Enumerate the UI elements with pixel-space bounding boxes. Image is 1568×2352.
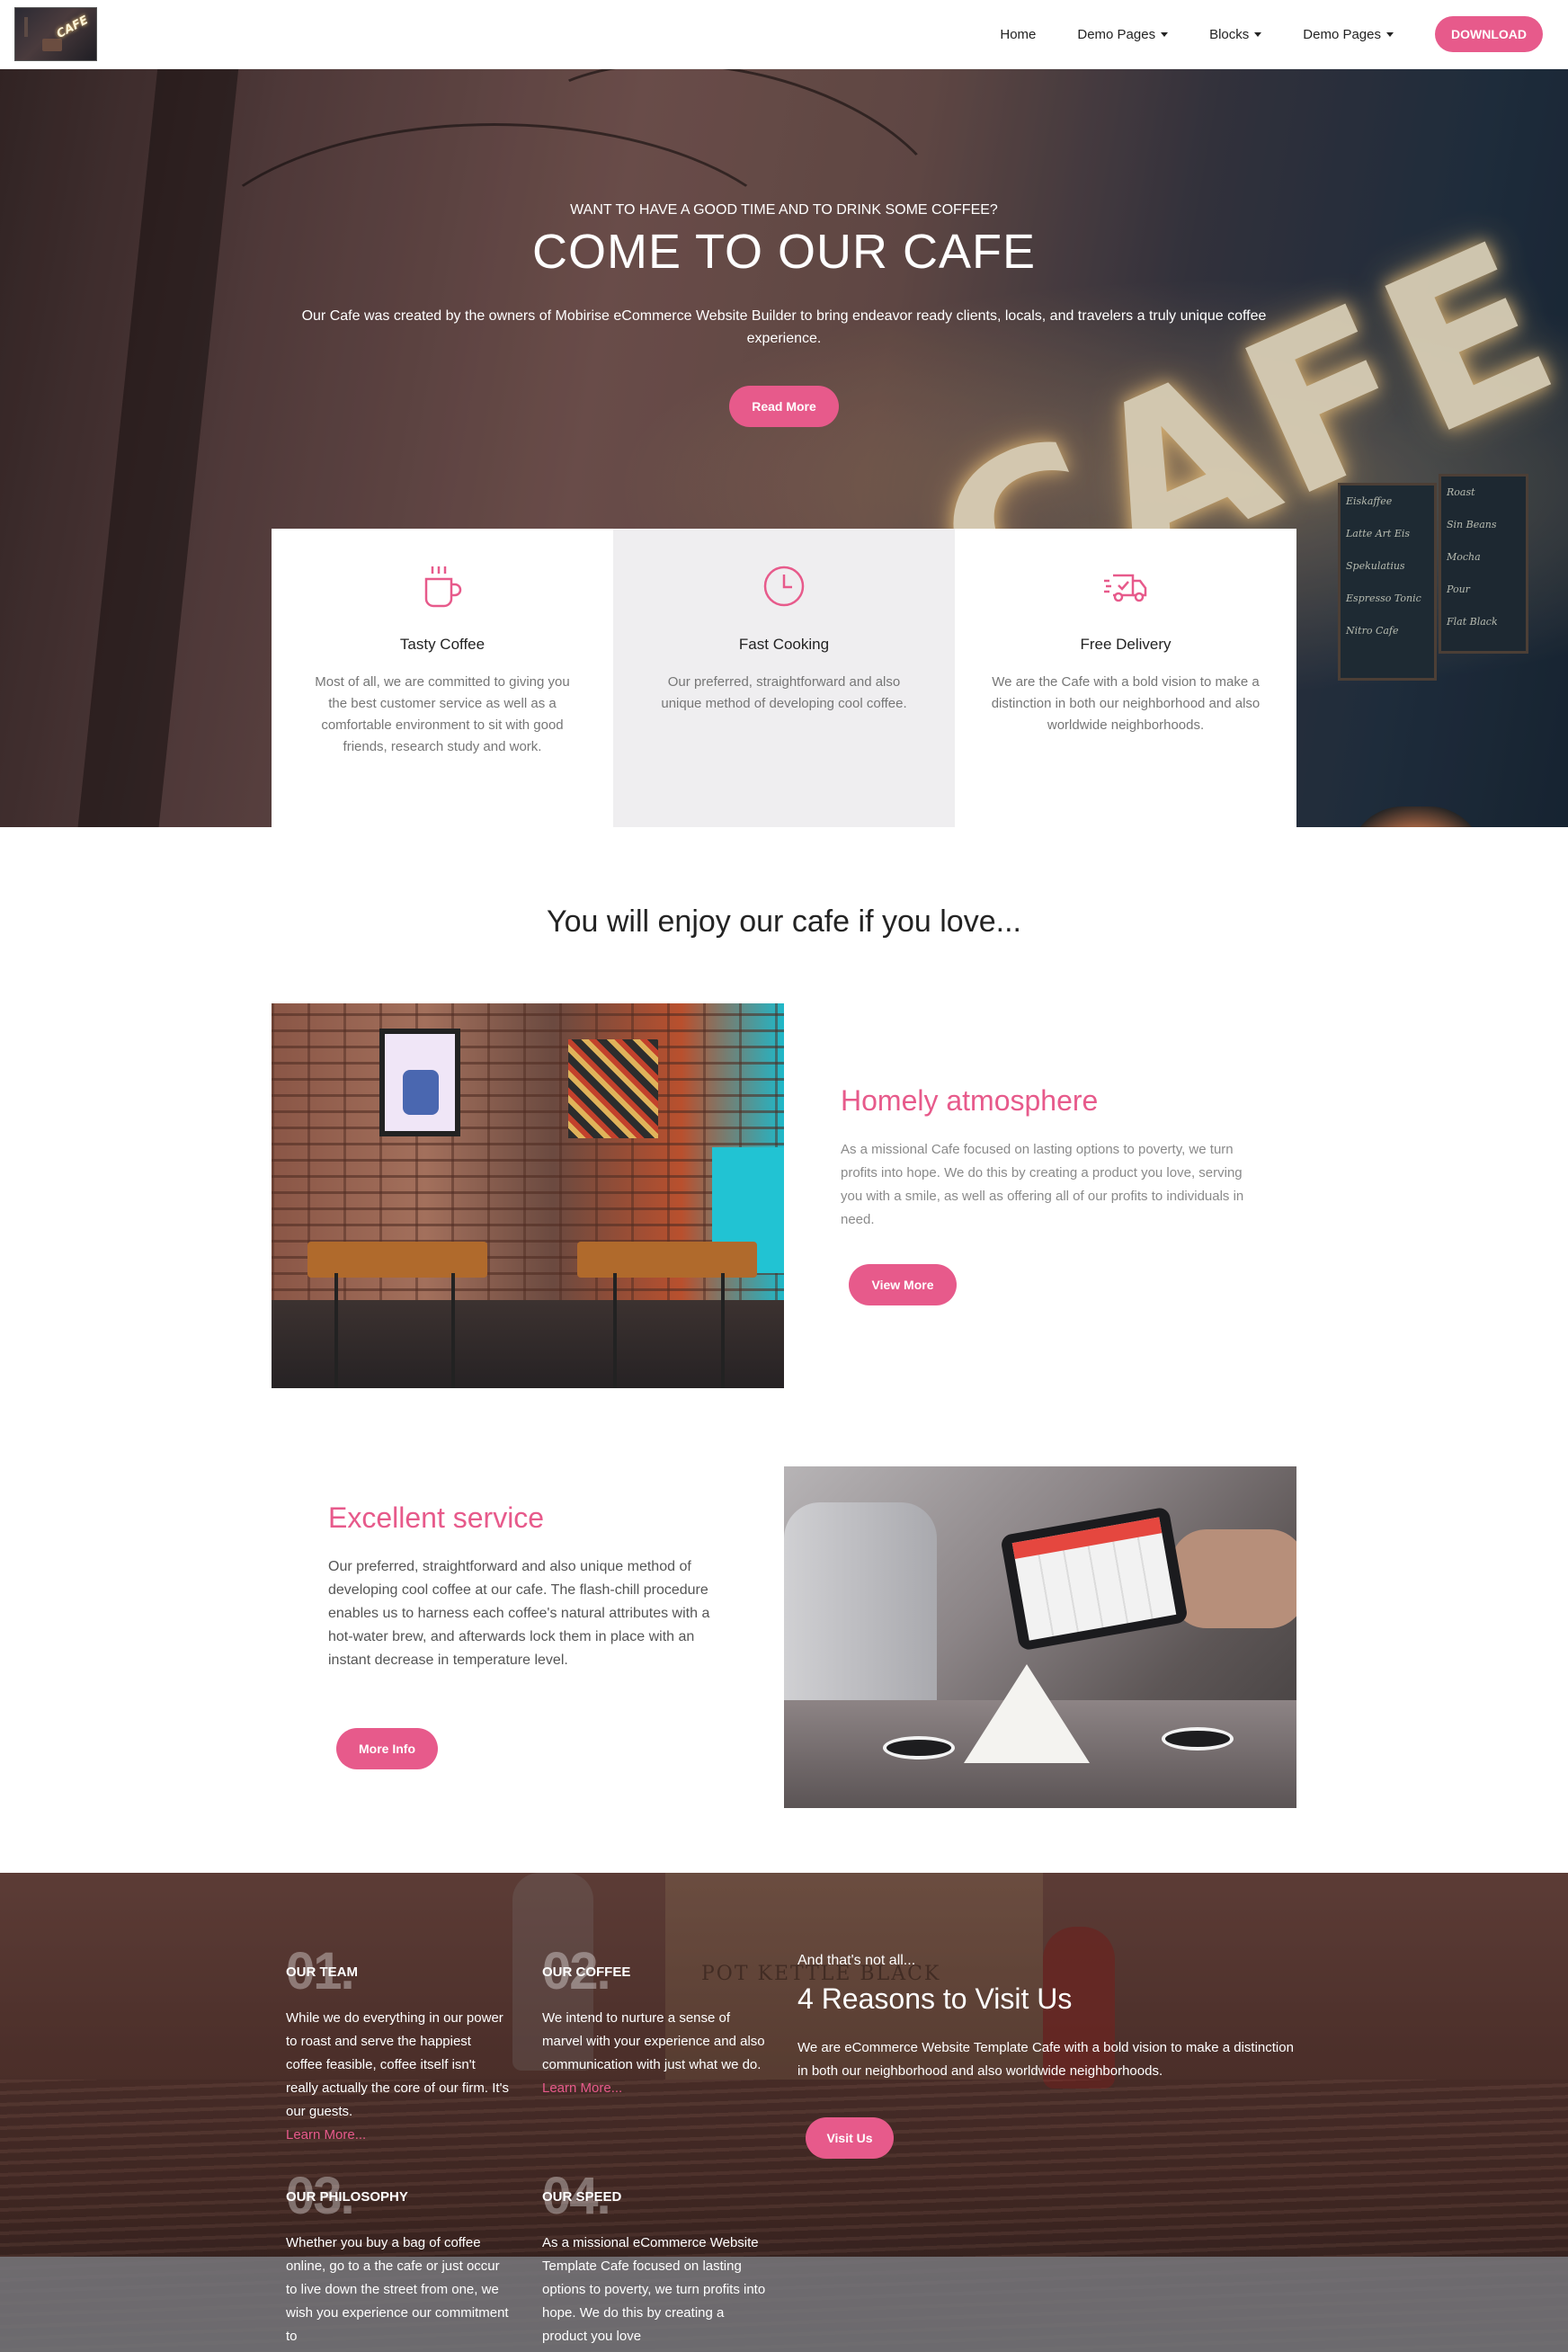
tablet-screen: [1011, 1517, 1177, 1641]
chevron-down-icon: [1386, 31, 1394, 37]
logo-sign-text: CAFE: [54, 13, 91, 41]
chevron-down-icon: [1161, 31, 1169, 37]
feature-card-tasty-coffee: Tasty Coffee Most of all, we are committ…: [272, 529, 613, 827]
cafe-interior-image: [272, 1003, 784, 1388]
reasons-bottom-shade: [0, 2257, 1568, 2352]
nav-link-label: Demo Pages: [1303, 26, 1381, 42]
table-leg: [721, 1273, 725, 1388]
view-more-button[interactable]: View More: [849, 1264, 957, 1305]
reason-text: We intend to nurture a sense of marvel w…: [542, 2007, 767, 2100]
logo-lamp: [24, 17, 28, 37]
learn-more-link[interactable]: Learn More...: [286, 2124, 511, 2147]
reason-item-speed: 04. OUR SPEED As a missional eCommerce W…: [542, 2167, 767, 2348]
coffee-cup: [883, 1736, 955, 1760]
reason-item-coffee: 02. OUR COFFEE We intend to nurture a se…: [542, 1942, 767, 2100]
table-leg: [451, 1273, 455, 1388]
learn-more-link[interactable]: Learn More...: [542, 2077, 767, 2100]
feature-card-free-delivery: Free Delivery We are the Cafe with a bol…: [955, 529, 1296, 827]
download-button[interactable]: DOWNLOAD: [1435, 16, 1543, 52]
atmosphere-text: As a missional Cafe focused on lasting o…: [841, 1142, 1244, 1227]
tablet: [1000, 1506, 1189, 1652]
nav-link-label: Demo Pages: [1077, 26, 1156, 42]
visit-title: 4 Reasons to Visit Us: [797, 1982, 1073, 2015]
hero-subtitle: WANT TO HAVE A GOOD TIME AND TO DRINK SO…: [570, 202, 998, 218]
reason-text: As a missional eCommerce Website Templat…: [542, 2235, 766, 2344]
wooden-table: [577, 1242, 757, 1278]
feature-text: Our preferred, straightforward and also …: [661, 674, 907, 711]
feature-text: Most of all, we are committed to giving …: [315, 674, 570, 754]
logo-lamp-shade: [42, 39, 62, 51]
feature-card-fast-cooking: Fast Cooking Our preferred, straightforw…: [613, 529, 955, 827]
service-text: Our preferred, straightforward and also …: [328, 1559, 710, 1668]
wall-tapestry: [568, 1039, 658, 1138]
nav-link-label: Blocks: [1209, 26, 1250, 42]
hand: [1171, 1529, 1296, 1628]
floor: [272, 1300, 784, 1388]
hero-text: Our Cafe was created by the owners of Mo…: [301, 308, 1267, 346]
feature-title: Free Delivery: [1080, 636, 1172, 653]
nav-link-blocks[interactable]: Blocks: [1209, 26, 1262, 42]
wall-poster: [379, 1029, 460, 1136]
clock-icon: [763, 566, 805, 607]
reasons-section: POT KETTLE BLACK: [0, 1873, 1568, 2352]
reason-text-body: While we do everything in our power to r…: [286, 2010, 509, 2119]
navbar: CAFE Home Demo Pages Blocks Demo Pages D…: [0, 0, 1568, 69]
nav-links: Home Demo Pages Blocks Demo Pages DOWNLO…: [1000, 16, 1543, 52]
table-leg: [334, 1273, 338, 1388]
reason-title: OUR COFFEE: [542, 1964, 631, 1980]
feature-title: Tasty Coffee: [399, 636, 486, 653]
service-title: Excellent service: [328, 1501, 545, 1534]
coffee-cup-icon: [424, 566, 462, 608]
hero-title: COME TO OUR CAFE: [531, 225, 1037, 279]
reason-item-team: 01. OUR TEAM While we do everything in o…: [286, 1942, 511, 2147]
feature-title: Fast Cooking: [738, 636, 830, 653]
chevron-down-icon: [1254, 31, 1262, 37]
table-leg: [613, 1273, 617, 1388]
section-title: You will enjoy our cafe if you love...: [547, 904, 1021, 939]
more-info-button[interactable]: More Info: [336, 1728, 438, 1769]
reason-title: OUR SPEED: [542, 2189, 622, 2205]
delivery-truck-icon: [1104, 574, 1147, 602]
features-row: Tasty Coffee Most of all, we are committ…: [272, 529, 1296, 827]
reason-title: OUR PHILOSOPHY: [286, 2189, 408, 2205]
nav-link-home[interactable]: Home: [1000, 27, 1036, 42]
reason-text-body: We intend to nurture a sense of marvel w…: [542, 2010, 765, 2072]
reason-title: OUR TEAM: [286, 1964, 358, 1980]
nav-link-label: Home: [1000, 26, 1037, 42]
reason-text: While we do everything in our power to r…: [286, 2007, 511, 2147]
read-more-button[interactable]: Read More: [729, 386, 839, 427]
tablet-ordering-image: [784, 1466, 1296, 1808]
feature-text: We are the Cafe with a bold vision to ma…: [991, 674, 1261, 733]
wooden-table: [307, 1242, 487, 1278]
reason-item-philosophy: 03. OUR PHILOSOPHY Whether you buy a bag…: [286, 2167, 511, 2348]
coffee-cup: [1162, 1727, 1234, 1751]
atmosphere-title: Homely atmosphere: [841, 1084, 1099, 1117]
visit-us-button[interactable]: Visit Us: [806, 2117, 894, 2159]
nav-link-demo-pages-2[interactable]: Demo Pages: [1303, 27, 1394, 42]
napkin: [964, 1664, 1090, 1763]
visit-text: We are eCommerce Website Template Cafe w…: [797, 2040, 1294, 2079]
nav-link-demo-pages[interactable]: Demo Pages: [1077, 26, 1169, 42]
site-logo[interactable]: CAFE: [14, 7, 97, 61]
visit-pretitle: And that's not all...: [797, 1953, 916, 1968]
reason-text: Whether you buy a bag of coffee online, …: [286, 2235, 509, 2344]
